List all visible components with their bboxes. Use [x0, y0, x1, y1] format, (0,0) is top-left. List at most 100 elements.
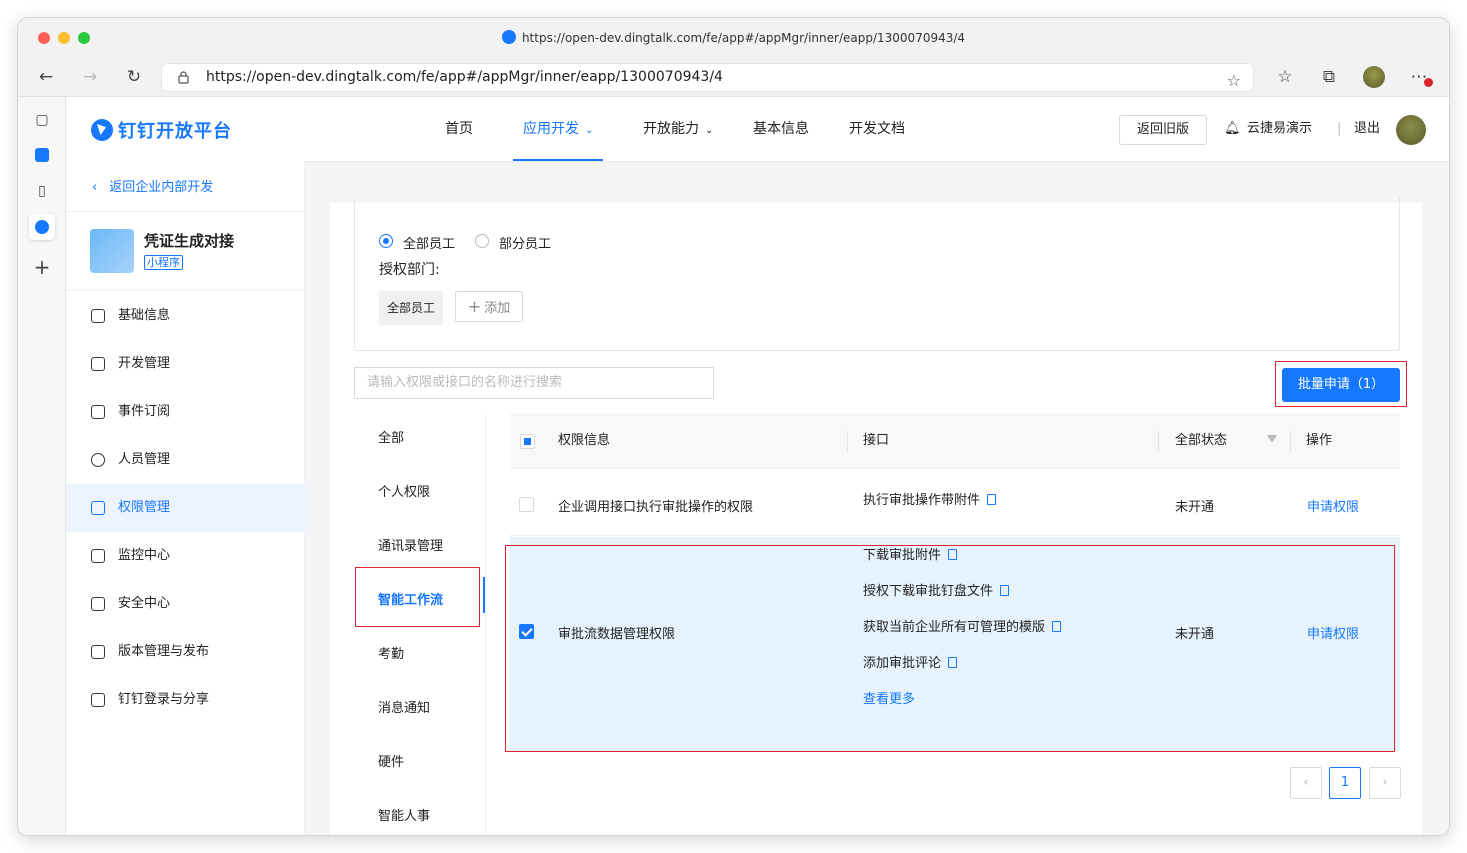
- nav-home-label: 首页: [445, 121, 473, 137]
- back-to-internal-dev-link[interactable]: ‹ 返回企业内部开发: [92, 176, 213, 195]
- apply-permission-link[interactable]: 申请权限: [1307, 496, 1359, 515]
- user-avatar[interactable]: [1396, 115, 1426, 145]
- category-item[interactable]: 消息通知: [378, 697, 430, 716]
- permission-name: 企业调用接口执行审批操作的权限: [558, 500, 754, 515]
- apply-permission-link[interactable]: 申请权限: [1307, 623, 1359, 642]
- nav-open-capability[interactable]: 开放能力 ⌄: [643, 97, 713, 161]
- header-action: 操作: [1306, 433, 1333, 448]
- dingtalk-logo-icon: [91, 119, 113, 141]
- sidebar-item-permission-management[interactable]: 权限管理: [66, 484, 305, 532]
- sidebar-item-people-management[interactable]: 人员管理: [66, 436, 305, 484]
- sidebar-item-event-subscription[interactable]: 事件订阅: [66, 388, 305, 436]
- tab-dingtalk-icon[interactable]: [29, 214, 55, 240]
- dept-label: 授权部门:: [379, 262, 440, 278]
- brand-name: 钉钉开放平台: [118, 121, 232, 142]
- back-to-old-version-button[interactable]: 返回旧版: [1119, 115, 1207, 145]
- collections-icon[interactable]: ⧉: [1318, 66, 1340, 88]
- api-name: 获取当前企业所有可管理的模版: [863, 620, 1046, 635]
- reload-icon[interactable]: ↻: [123, 66, 145, 88]
- prev-page-button[interactable]: ‹: [1290, 767, 1322, 799]
- api-name: 执行审批操作带附件: [863, 493, 981, 508]
- new-tab-icon[interactable]: +: [29, 254, 55, 280]
- api-name: 授权下载审批钉盘文件: [863, 584, 994, 599]
- notification-bell-icon[interactable]: 🔔︎: [1224, 97, 1241, 161]
- chevron-left-icon: ‹: [92, 180, 98, 195]
- radio-partial-employees[interactable]: [475, 234, 489, 248]
- back-link-label: 返回企业内部开发: [109, 180, 214, 195]
- brand-logo[interactable]: 钉钉开放平台: [91, 117, 232, 143]
- category-list: 全部 个人权限 通讯录管理 智能工作流 考勤 消息通知 硬件 智能人事: [330, 413, 486, 835]
- address-bar[interactable]: https://open-dev.dingtalk.com/fe/app#/ap…: [161, 63, 1254, 92]
- category-item[interactable]: 通讯录管理: [378, 535, 443, 554]
- batch-apply-button[interactable]: 批量申请（1）: [1282, 368, 1400, 402]
- window-title: https://open-dev.dingtalk.com/fe/app#/ap…: [18, 30, 1449, 45]
- favorites-icon[interactable]: ☆: [1274, 66, 1296, 88]
- layers-icon: [91, 645, 105, 659]
- sidebar-item-login-share[interactable]: 钉钉登录与分享: [66, 676, 305, 724]
- add-favorite-icon[interactable]: ☆: [1227, 67, 1241, 94]
- header-status: 全部状态: [1175, 433, 1228, 448]
- notification-dot-icon: [1424, 78, 1433, 87]
- permission-search-input[interactable]: 请输入权限或接口的名称进行搜索: [354, 367, 714, 399]
- main-content: 全部员工 部分员工 授权部门: 全部员工 + 添加 请输入权限或接口的名称进行搜索…: [330, 197, 1422, 835]
- monitor-icon: [91, 357, 105, 371]
- sidebar-item-version-release[interactable]: 版本管理与发布: [66, 628, 305, 676]
- tab-favicon-icon[interactable]: [29, 142, 55, 168]
- category-item[interactable]: 全部: [378, 427, 404, 446]
- back-arrow-icon[interactable]: ←: [35, 66, 57, 88]
- sidebar-item-label: 权限管理: [118, 500, 171, 515]
- table-header: 权限信息 接口 全部状态 操作: [510, 413, 1400, 469]
- nav-basic-info[interactable]: 基本信息: [753, 97, 809, 161]
- add-dept-button[interactable]: + 添加: [455, 291, 523, 322]
- page-number-button[interactable]: 1: [1329, 767, 1361, 799]
- sidebar-item-security[interactable]: 安全中心: [66, 580, 305, 628]
- nav-home[interactable]: 首页: [445, 97, 473, 161]
- radio-partial-employees-label: 部分员工: [499, 237, 552, 252]
- api-item[interactable]: 授权下载审批钉盘文件: [863, 580, 1010, 599]
- dept-chip: 全部员工: [379, 291, 443, 325]
- api-item[interactable]: 下载审批附件: [863, 544, 958, 563]
- category-item[interactable]: 硬件: [378, 751, 404, 770]
- sidebar: ‹ 返回企业内部开发 凭证生成对接 小程序 基础信息 开发管理 事件订阅 人员管理…: [66, 161, 305, 835]
- document-link-icon[interactable]: [948, 549, 958, 560]
- row-checkbox[interactable]: [519, 624, 534, 639]
- radio-all-employees-label: 全部员工: [403, 237, 456, 252]
- document-link-icon[interactable]: [1052, 621, 1062, 632]
- tab-document-icon[interactable]: ▯: [29, 178, 55, 204]
- tab-actions-icon[interactable]: ▢: [29, 107, 55, 133]
- sidebar-item-monitoring[interactable]: 监控中心: [66, 532, 305, 580]
- document-link-icon[interactable]: [948, 657, 958, 668]
- forward-arrow-icon[interactable]: →: [79, 66, 101, 88]
- lock-icon: [91, 501, 105, 515]
- api-item[interactable]: 获取当前企业所有可管理的模版: [863, 616, 1062, 635]
- document-link-icon[interactable]: [987, 494, 997, 505]
- column-divider: [1290, 431, 1291, 451]
- next-page-button[interactable]: ›: [1369, 767, 1401, 799]
- window-title-text: https://open-dev.dingtalk.com/fe/app#/ap…: [521, 31, 966, 45]
- radio-all-employees[interactable]: [379, 234, 393, 248]
- api-item[interactable]: 执行审批操作带附件: [863, 489, 997, 508]
- app-name: 凭证生成对接: [144, 232, 235, 250]
- permission-name: 审批流数据管理权限: [558, 627, 676, 642]
- category-item[interactable]: 考勤: [378, 643, 404, 662]
- row-checkbox[interactable]: [519, 497, 534, 512]
- api-item[interactable]: 添加审批评论: [863, 652, 958, 671]
- sidebar-item-dev-management[interactable]: 开发管理: [66, 340, 305, 388]
- category-item[interactable]: 智能人事: [378, 805, 430, 824]
- share-icon: [91, 693, 105, 707]
- nav-app-dev[interactable]: 应用开发 ⌄: [513, 97, 604, 161]
- select-all-checkbox[interactable]: [520, 434, 535, 449]
- sidebar-item-basic-info[interactable]: 基础信息: [66, 292, 305, 340]
- category-item[interactable]: 个人权限: [378, 481, 430, 500]
- document-link-icon[interactable]: [1000, 585, 1010, 596]
- org-name[interactable]: 云捷易演示: [1247, 97, 1312, 161]
- profile-avatar-icon[interactable]: [1363, 66, 1385, 88]
- api-name: 下载审批附件: [863, 548, 942, 563]
- view-more-link[interactable]: 查看更多: [863, 688, 915, 707]
- logout-link[interactable]: 退出: [1354, 97, 1380, 161]
- nav-dev-docs[interactable]: 开发文档: [849, 97, 905, 161]
- category-item-active[interactable]: 智能工作流: [378, 589, 443, 608]
- plus-icon: +: [467, 297, 482, 316]
- filter-icon[interactable]: [1267, 435, 1277, 443]
- header-permission-info: 权限信息: [558, 433, 611, 448]
